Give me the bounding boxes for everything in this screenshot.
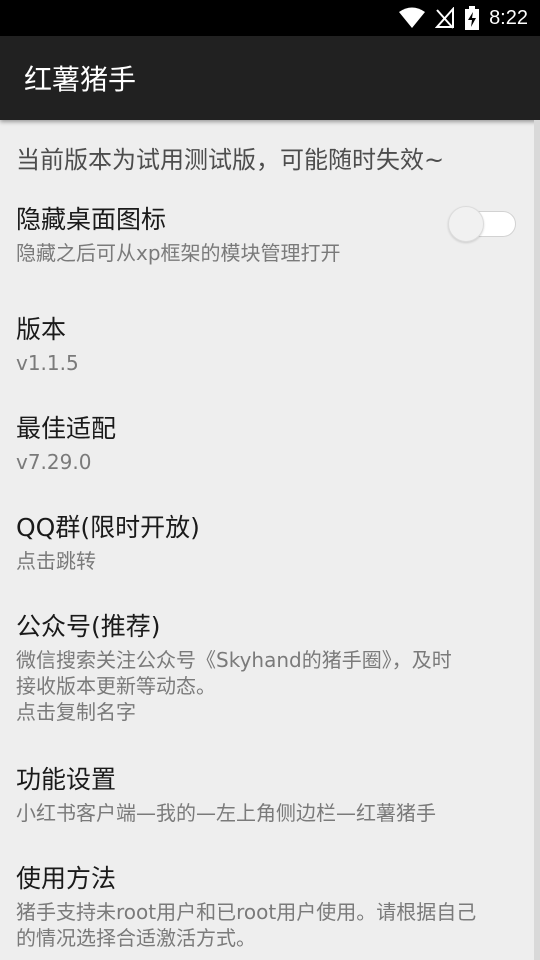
pref-summary: v7.29.0 [16, 450, 92, 474]
clock: 8:22 [489, 6, 528, 29]
pref-title: 最佳适配 [16, 414, 117, 443]
trial-notice: 当前版本为试用测试版，可能随时失效~ [16, 146, 445, 174]
pref-qq-group[interactable]: QQ群(限时开放) 点击跳转 [16, 512, 524, 574]
app-title: 红薯猪手 [24, 63, 137, 96]
pref-usage[interactable]: 使用方法 猪手支持未root用户和已root用户使用。请根据自己 的情况选择合适… [16, 863, 536, 951]
pref-title: 功能设置 [16, 765, 117, 794]
pref-summary: 点击跳转 [16, 549, 96, 573]
pref-function-settings[interactable]: 功能设置 小红书客户端—我的—左上角侧边栏—红薯猪手 [16, 764, 524, 826]
pref-summary: 微信搜索关注公众号《Skyhand的猪手圈》，及时 接收版本更新等动态。 点击复… [16, 648, 452, 724]
preferences-list[interactable]: 当前版本为试用测试版，可能随时失效~ 隐藏桌面图标 隐藏之后可从xp框架的模块管… [0, 120, 540, 960]
pref-title: 版本 [16, 315, 67, 344]
pref-official-account[interactable]: 公众号(推荐) 微信搜索关注公众号《Skyhand的猪手圈》，及时 接收版本更新… [16, 611, 524, 725]
app-bar: 红薯猪手 [0, 36, 540, 120]
scrollbar[interactable] [534, 120, 540, 960]
no-signal-icon [435, 7, 455, 29]
status-bar: 8:22 [0, 0, 540, 36]
pref-summary: 小红书客户端—我的—左上角侧边栏—红薯猪手 [16, 801, 436, 825]
pref-summary: v1.1.5 [16, 351, 79, 375]
pref-summary: 隐藏之后可从xp框架的模块管理打开 [16, 241, 341, 265]
pref-best-fit[interactable]: 最佳适配 v7.29.0 [16, 413, 524, 475]
pref-version[interactable]: 版本 v1.1.5 [16, 314, 524, 376]
pref-title: QQ群(限时开放) [16, 513, 200, 542]
switch-thumb [448, 206, 484, 242]
wifi-icon [399, 7, 426, 29]
pref-summary: 猪手支持未root用户和已root用户使用。请根据自己 的情况选择合适激活方式。 [16, 900, 477, 950]
pref-title: 使用方法 [16, 864, 117, 893]
pref-title: 公众号(推荐) [16, 612, 161, 641]
battery-charging-icon [465, 6, 480, 30]
hide-icon-switch[interactable] [448, 206, 516, 242]
